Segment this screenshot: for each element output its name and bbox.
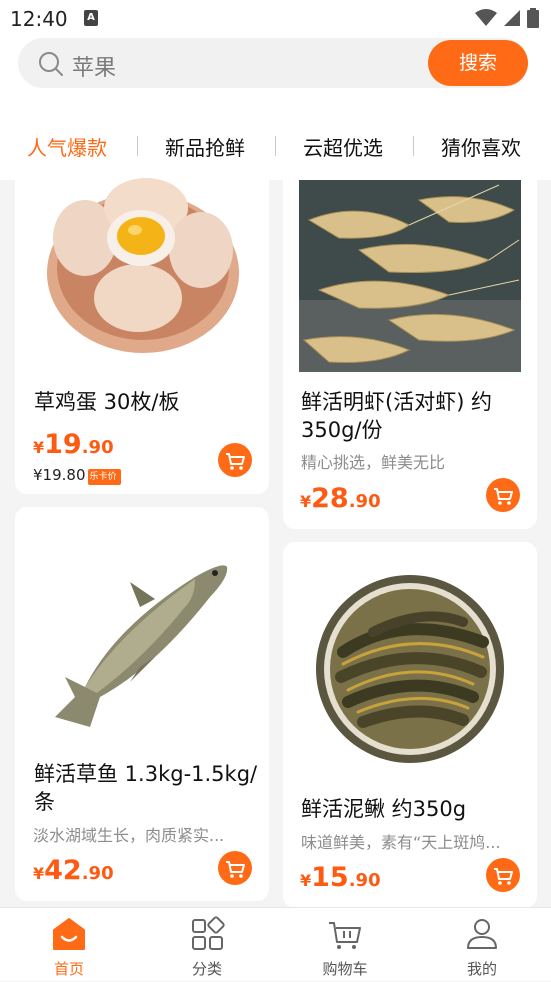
cart-icon — [494, 868, 513, 885]
cart-icon — [226, 861, 245, 878]
add-to-cart-button[interactable] — [218, 443, 252, 477]
status-indicators — [475, 8, 539, 28]
product-subtitle: 精心挑选，鲜美无比 — [301, 453, 446, 472]
bottom-navigation: 首页 分类 购物车 我的 — [0, 907, 551, 981]
status-time: 12:40 — [10, 7, 68, 31]
tab-divider — [413, 136, 414, 156]
product-card-shrimp[interactable]: 鲜活明虾(活对虾) 约350g/份 精心挑选，鲜美无比 ¥28.90 — [283, 168, 537, 529]
tab-divider — [137, 136, 138, 156]
product-title: 鲜活泥鳅 约350g — [301, 797, 467, 821]
product-title: 鲜活草鱼 1.3kg-1.5kg/条 — [34, 762, 258, 814]
home-icon — [53, 918, 85, 950]
nav-category-label: 分类 — [191, 960, 222, 978]
member-price: ¥19.80 乐卡价 — [33, 466, 121, 485]
profile-icon — [467, 919, 497, 949]
loach-product-image — [316, 575, 504, 763]
nav-cart-label: 购物车 — [322, 960, 368, 978]
product-subtitle: 味道鲜美，素有“天上斑鸠... — [301, 833, 501, 852]
product-price: ¥15.90 — [300, 862, 381, 893]
search-header: 苹果 搜索 — [0, 36, 551, 96]
nav-profile[interactable]: 我的 — [427, 908, 537, 982]
product-card-eggs[interactable]: 草鸡蛋 30枚/板 ¥19.90 ¥19.80 乐卡价 — [15, 168, 269, 494]
signal-icon — [504, 10, 520, 26]
nav-home-label: 首页 — [53, 960, 84, 978]
tab-divider — [275, 136, 276, 156]
product-price: ¥28.90 — [300, 483, 381, 514]
product-subtitle: 淡水湖域生长，肉质紧实... — [33, 826, 225, 845]
nav-cart[interactable]: 购物车 — [290, 908, 400, 982]
product-card-grass-carp[interactable]: 鲜活草鱼 1.3kg-1.5kg/条 淡水湖域生长，肉质紧实... ¥42.90 — [15, 507, 269, 901]
product-price: ¥42.90 — [33, 855, 114, 886]
tab-new-arrivals[interactable]: 新品抢鲜 — [165, 132, 245, 161]
cart-icon — [226, 453, 245, 470]
category-icon — [192, 916, 225, 950]
search-button[interactable]: 搜索 — [428, 40, 528, 86]
add-to-cart-button[interactable] — [486, 858, 520, 892]
product-title: 鲜活明虾(活对虾) 约350g/份 — [301, 390, 493, 442]
status-bar: 12:40 A — [0, 0, 551, 36]
product-title: 草鸡蛋 30枚/板 — [34, 390, 180, 414]
wifi-icon — [475, 9, 497, 26]
add-to-cart-button[interactable] — [218, 851, 252, 885]
cart-icon — [494, 488, 513, 505]
add-to-cart-button[interactable] — [486, 478, 520, 512]
egg-product-image — [47, 178, 239, 353]
battery-icon — [527, 8, 539, 28]
nav-home[interactable]: 首页 — [14, 908, 124, 982]
product-price: ¥19.90 — [33, 429, 114, 460]
fish-product-image — [55, 565, 228, 727]
product-card-loach[interactable]: 鲜活泥鳅 约350g 味道鲜美，素有“天上斑鸠... ¥15.90 — [283, 542, 537, 908]
sim-notification-icon: A — [84, 10, 98, 26]
shrimp-product-image — [299, 180, 521, 372]
cart-icon — [329, 922, 361, 949]
member-badge: 乐卡价 — [87, 469, 121, 485]
search-icon — [39, 52, 63, 76]
tab-cloud-selection[interactable]: 云超优选 — [303, 132, 383, 161]
search-bar[interactable]: 苹果 搜索 — [18, 38, 528, 88]
nav-category[interactable]: 分类 — [152, 908, 262, 982]
nav-profile-label: 我的 — [466, 960, 497, 978]
search-input[interactable]: 苹果 — [72, 50, 116, 82]
tab-guess-you-like[interactable]: 猜你喜欢 — [441, 132, 521, 161]
tab-popular[interactable]: 人气爆款 — [27, 132, 107, 161]
